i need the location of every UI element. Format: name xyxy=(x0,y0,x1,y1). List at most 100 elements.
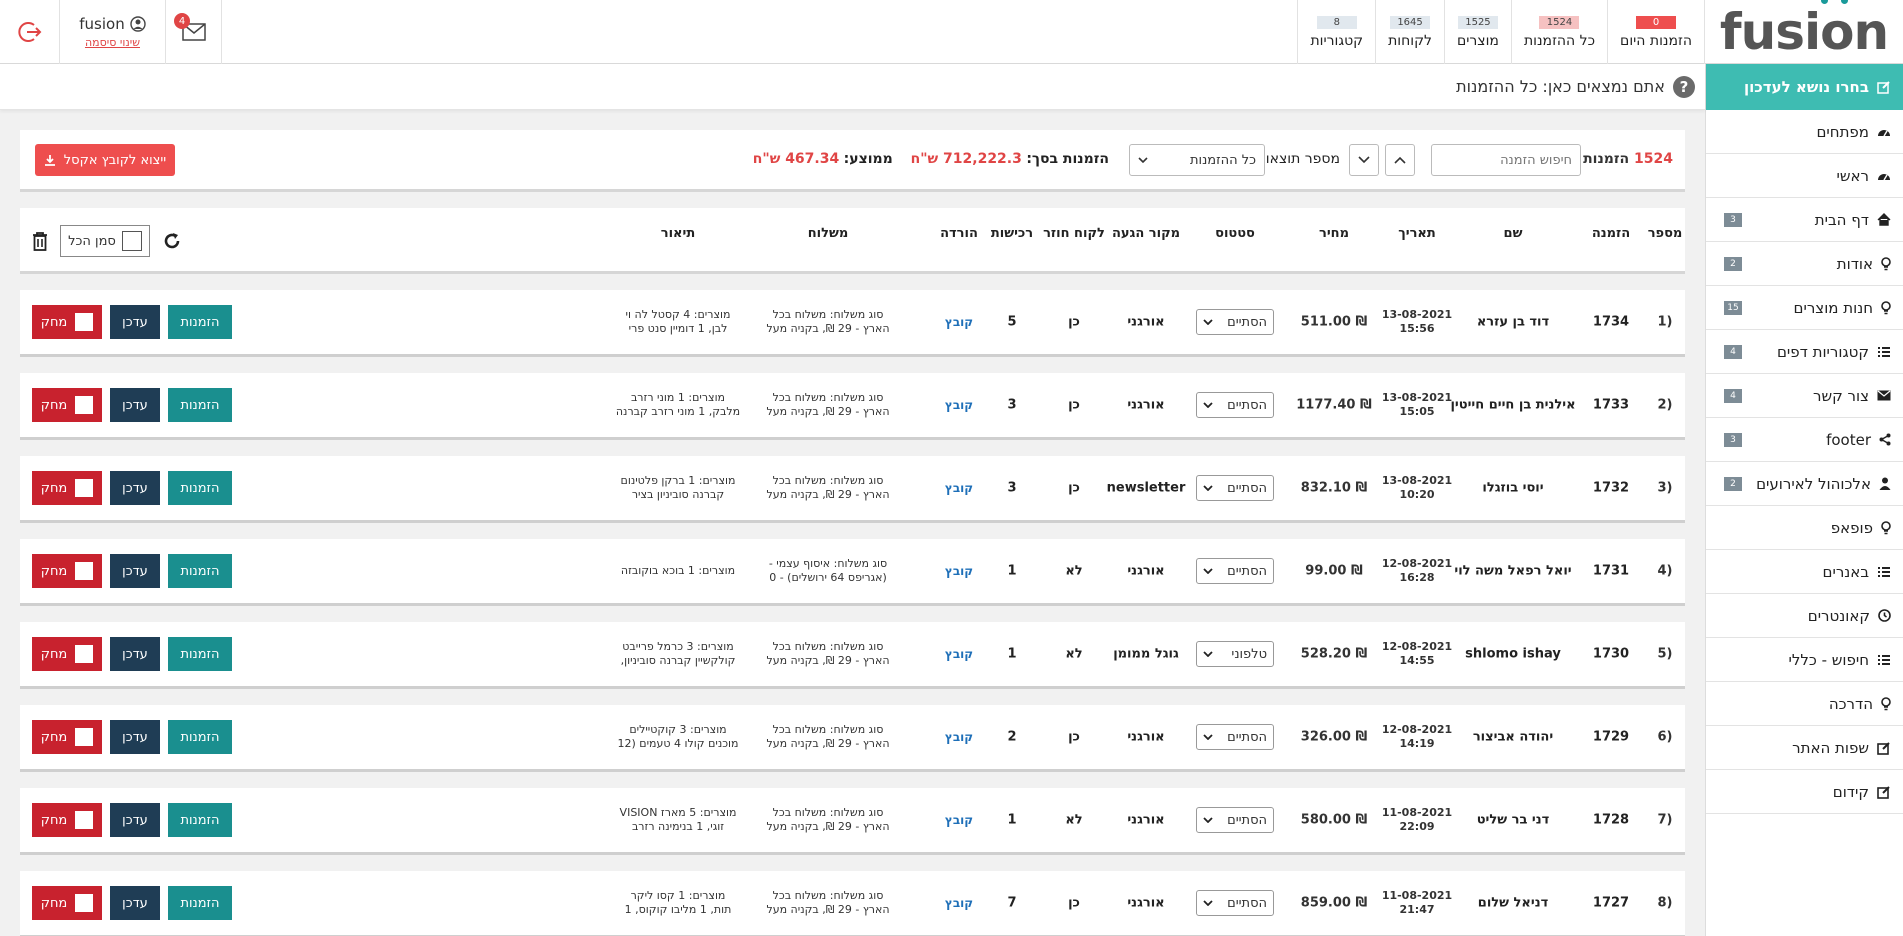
orders-button[interactable]: הזמנות xyxy=(168,803,232,837)
delete-button[interactable]: מחק xyxy=(32,637,102,671)
download-file-link[interactable]: קובץ xyxy=(945,730,973,744)
gauge-icon xyxy=(1877,126,1891,138)
mail-button[interactable]: 4 xyxy=(166,0,222,64)
delete-checkbox[interactable] xyxy=(75,811,94,829)
delete-checkbox[interactable] xyxy=(75,645,94,663)
update-button[interactable]: עדכן xyxy=(110,388,160,422)
orders-button[interactable]: הזמנות xyxy=(168,554,232,588)
delete-checkbox[interactable] xyxy=(75,313,94,331)
delete-checkbox[interactable] xyxy=(75,479,94,497)
status-select[interactable]: הסתיים xyxy=(1196,558,1274,584)
download-file-link[interactable]: קובץ xyxy=(945,813,973,827)
status-select[interactable]: הסתיים xyxy=(1196,309,1274,335)
orders-button[interactable]: הזמנות xyxy=(168,637,232,671)
status-select[interactable]: טלפוני xyxy=(1196,641,1274,667)
user-profile[interactable]: fusion xyxy=(79,15,146,33)
traffic-source: אורגני xyxy=(1127,314,1165,330)
update-button[interactable]: עדכן xyxy=(110,305,160,339)
logo[interactable]: fusion xyxy=(1705,0,1903,64)
logout-button[interactable] xyxy=(0,0,60,64)
sidebar-item-3[interactable]: 2 אודות xyxy=(1706,242,1903,286)
order-date: 12-08-2021 16:28 xyxy=(1382,557,1452,585)
delete-button[interactable]: מחק xyxy=(32,886,102,920)
delete-button[interactable]: מחק xyxy=(32,803,102,837)
shipping-line-2: הארץ - 29 ₪, בקניה מעל xyxy=(766,654,890,667)
delete-checkbox[interactable] xyxy=(75,396,94,414)
sidebar-item-5[interactable]: 4 קטגוריות דפים xyxy=(1706,330,1903,374)
select-all-toggle[interactable]: סמן הכל xyxy=(60,225,150,257)
sidebar-item-13[interactable]: הדרכה xyxy=(1706,682,1903,726)
sidebar-item-15[interactable]: קידום xyxy=(1706,770,1903,814)
sidebar-item-4[interactable]: 15 חנות מוצרים xyxy=(1706,286,1903,330)
orders-button[interactable]: הזמנות xyxy=(168,471,232,505)
stat-0[interactable]: 0 הזמנות היום xyxy=(1607,0,1705,64)
stat-2[interactable]: 1525 מוצרים xyxy=(1443,0,1511,64)
download-file-link[interactable]: קובץ xyxy=(945,647,973,661)
update-button[interactable]: עדכן xyxy=(110,886,160,920)
delete-checkbox[interactable] xyxy=(75,562,94,580)
sidebar-item-11[interactable]: קאונטרים xyxy=(1706,594,1903,638)
sidebar-item-label: פופאפ xyxy=(1830,518,1873,537)
delete-button[interactable]: מחק xyxy=(32,554,102,588)
order-price: 859.00 ₪ xyxy=(1300,895,1368,911)
download-file-link[interactable]: קובץ xyxy=(945,481,973,495)
delete-button[interactable]: מחק xyxy=(32,471,102,505)
stat-4[interactable]: 8 קטגוריות xyxy=(1297,0,1375,64)
orders-button[interactable]: הזמנות xyxy=(168,886,232,920)
update-button[interactable]: עדכן xyxy=(110,637,160,671)
sidebar-item-label: קידום xyxy=(1832,782,1869,801)
refresh-icon[interactable] xyxy=(162,231,182,251)
status-select[interactable]: הסתיים xyxy=(1196,807,1274,833)
chevron-down-icon xyxy=(1203,568,1213,574)
export-excel-button[interactable]: ייצוא לקובץ אקסל xyxy=(35,144,175,176)
download-file-link[interactable]: קובץ xyxy=(945,315,973,329)
sidebar-header[interactable]: בחרו נושא לעדכון xyxy=(1706,64,1903,110)
stat-1[interactable]: 1524 כל ההזמנות xyxy=(1510,0,1607,64)
update-button[interactable]: עדכן xyxy=(110,720,160,754)
orders-filter-select[interactable]: כל ההזמנות xyxy=(1129,144,1265,176)
help-icon[interactable]: ? xyxy=(1673,75,1695,98)
stat-3[interactable]: 1645 לקוחות xyxy=(1375,0,1444,64)
delete-label: מחק xyxy=(40,812,68,828)
update-button[interactable]: עדכן xyxy=(110,803,160,837)
returning-customer: לא xyxy=(1065,812,1083,828)
col-name: שם xyxy=(1503,226,1523,241)
sidebar-item-14[interactable]: שפות האתר xyxy=(1706,726,1903,770)
orders-button[interactable]: הזמנות xyxy=(168,720,232,754)
status-select[interactable]: הסתיים xyxy=(1196,890,1274,916)
sidebar-item-1[interactable]: ראשי xyxy=(1706,154,1903,198)
delete-button[interactable]: מחק xyxy=(32,388,102,422)
delete-checkbox[interactable] xyxy=(75,728,94,746)
download-file-link[interactable]: קובץ xyxy=(945,564,973,578)
download-file-link[interactable]: קובץ xyxy=(945,896,973,910)
select-all-checkbox[interactable] xyxy=(121,231,142,251)
orders-button[interactable]: הזמנות xyxy=(168,305,232,339)
sidebar-item-10[interactable]: באנרים xyxy=(1706,550,1903,594)
status-select[interactable]: הסתיים xyxy=(1196,475,1274,501)
change-password-link[interactable]: שינוי סיסמה xyxy=(85,36,140,49)
sidebar-item-0[interactable]: מפתחים xyxy=(1706,110,1903,154)
update-button[interactable]: עדכן xyxy=(110,554,160,588)
sidebar-item-9[interactable]: פופאפ xyxy=(1706,506,1903,550)
status-select[interactable]: הסתיים xyxy=(1196,392,1274,418)
delete-button[interactable]: מחק xyxy=(32,720,102,754)
sidebar-item-12[interactable]: חיפוש - כללי xyxy=(1706,638,1903,682)
sidebar-item-6[interactable]: 4 צור קשר xyxy=(1706,374,1903,418)
sidebar-item-2[interactable]: 3 דף הבית xyxy=(1706,198,1903,242)
sort-down-button[interactable] xyxy=(1349,144,1379,176)
download-file-link[interactable]: קובץ xyxy=(945,398,973,412)
sidebar-item-7[interactable]: 3 footer xyxy=(1706,418,1903,462)
sort-up-button[interactable] xyxy=(1385,144,1415,176)
trash-icon[interactable] xyxy=(32,231,48,251)
orders-button[interactable]: הזמנות xyxy=(168,388,232,422)
home-icon xyxy=(1877,213,1891,226)
update-button[interactable]: עדכן xyxy=(110,471,160,505)
col-status: סטטוס xyxy=(1215,226,1255,241)
sidebar-item-label: קטגוריות דפים xyxy=(1776,342,1869,361)
table-row: 1) 1734 דוד בן עזרא 13-08-2021 15:56 511.00 ₪… xyxy=(20,290,1685,357)
order-search-input[interactable] xyxy=(1431,144,1581,176)
status-select[interactable]: הסתיים xyxy=(1196,724,1274,750)
sidebar-item-8[interactable]: 2 אלכוהול לאירועים xyxy=(1706,462,1903,506)
delete-checkbox[interactable] xyxy=(75,894,94,912)
delete-button[interactable]: מחק xyxy=(32,305,102,339)
